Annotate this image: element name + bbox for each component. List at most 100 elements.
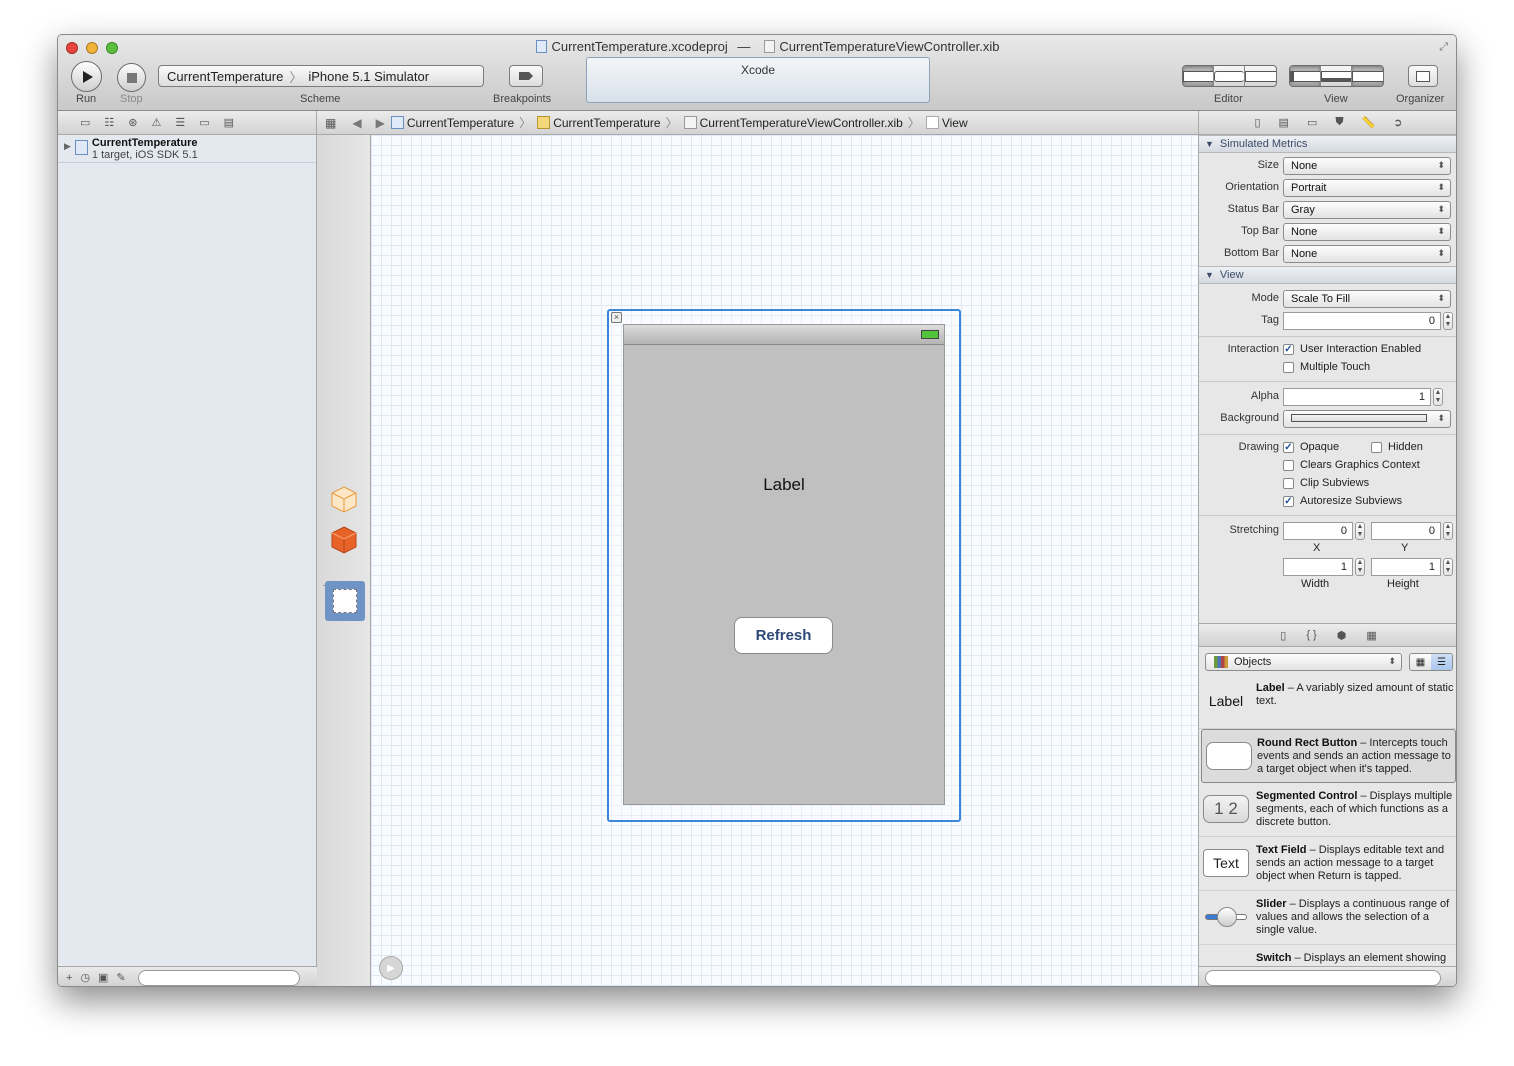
stretch-x-stepper[interactable]: ▲ ▼ [1355, 522, 1365, 540]
status-bar-popup[interactable]: Gray [1283, 201, 1451, 219]
navigator-filter-input[interactable] [137, 969, 300, 986]
editor-segmented-control[interactable] [1182, 65, 1277, 87]
autoresize-subviews-checkbox[interactable]: ✓ [1283, 496, 1294, 507]
fullscreen-icon[interactable]: ⤢ [1439, 41, 1448, 54]
jump-item-view[interactable]: View [942, 116, 968, 130]
refresh-button[interactable]: Refresh [734, 617, 833, 654]
debug-navigator-icon[interactable]: ☰ [175, 116, 185, 129]
quick-help-icon[interactable]: ▤ [1279, 116, 1289, 129]
breakpoint-navigator-icon[interactable]: ▭ [199, 116, 209, 129]
assistant-editor-button[interactable] [1214, 66, 1245, 86]
stretch-y-field[interactable]: 0 [1371, 522, 1441, 540]
standard-editor-button[interactable] [1183, 66, 1214, 86]
stretch-width-field[interactable]: 1 [1283, 558, 1353, 576]
jump-item-project[interactable]: CurrentTemperature [407, 116, 514, 130]
navigator-toggle-button[interactable] [1290, 66, 1321, 86]
library-item-segmented-control[interactable]: 1 2 Segmented Control – Displays multipl… [1199, 783, 1456, 837]
stretch-x-field[interactable]: 0 [1283, 522, 1353, 540]
bottom-bar-popup[interactable]: None [1283, 245, 1451, 263]
jump-item-group[interactable]: CurrentTemperature [553, 116, 660, 130]
symbol-navigator-icon[interactable]: ☷ [104, 116, 114, 129]
issue-navigator-icon[interactable]: ⚠ [152, 116, 162, 129]
utilities-toggle-button[interactable] [1352, 66, 1383, 86]
library-item-switch[interactable]: Switch – Displays an element showing [1199, 945, 1456, 965]
scheme-popup[interactable]: CurrentTemperature 〉 iPhone 5.1 Simulato… [158, 65, 484, 87]
stretch-y-stepper[interactable]: ▲ ▼ [1443, 522, 1453, 540]
library-search-input[interactable] [1205, 970, 1441, 986]
debug-toggle-button[interactable] [1321, 66, 1352, 86]
object-library-icon[interactable]: ⬢ [1337, 629, 1347, 642]
multiple-touch-checkbox[interactable] [1283, 362, 1294, 373]
minimize-window-button[interactable] [86, 42, 98, 54]
grid-view-icon[interactable]: ▦ [1410, 654, 1431, 670]
files-owner-icon[interactable] [330, 485, 358, 513]
stretch-height-stepper[interactable]: ▲ ▼ [1443, 558, 1453, 576]
version-editor-button[interactable] [1245, 66, 1276, 86]
identity-inspector-icon[interactable]: ▭ [1307, 116, 1317, 129]
ib-canvas[interactable]: × Label Refresh ▶ [371, 135, 1198, 986]
recent-files-icon[interactable]: ◷ [80, 971, 90, 984]
stop-button[interactable] [117, 63, 146, 92]
view-section-header[interactable]: ▼ View [1199, 266, 1456, 284]
forward-icon[interactable]: ▶ [376, 116, 385, 130]
simulated-metrics-header[interactable]: ▼ Simulated Metrics [1199, 135, 1456, 153]
connections-inspector-icon[interactable]: ➲ [1393, 116, 1402, 129]
library-item-label[interactable]: Label Label – A variably sized amount of… [1199, 675, 1456, 729]
view-segmented-control[interactable] [1289, 65, 1384, 87]
jump-item-file[interactable]: CurrentTemperatureViewController.xib [700, 116, 903, 130]
tag-field[interactable]: 0 [1283, 312, 1441, 330]
size-inspector-icon[interactable]: 📏 [1362, 116, 1376, 129]
clip-subviews-checkbox[interactable] [1283, 478, 1294, 489]
back-icon[interactable]: ◀ [352, 116, 361, 130]
status-bar [624, 325, 944, 345]
media-library-icon[interactable]: ▦ [1366, 629, 1376, 642]
ui-label[interactable]: Label [624, 475, 944, 495]
background-color-popup[interactable] [1283, 410, 1451, 428]
iphone-view[interactable]: Label Refresh [623, 324, 945, 805]
bottom-bar-label: Bottom Bar [1223, 247, 1279, 259]
stretch-width-stepper[interactable]: ▲ ▼ [1355, 558, 1365, 576]
view-object-icon[interactable] [325, 581, 365, 621]
mode-popup[interactable]: Scale To Fill [1283, 290, 1451, 308]
zoom-window-button[interactable] [106, 42, 118, 54]
search-navigator-icon[interactable]: ⊛ [128, 116, 137, 129]
first-responder-icon[interactable] [330, 525, 358, 555]
run-button[interactable] [71, 61, 102, 92]
alpha-stepper[interactable]: ▲ ▼ [1433, 388, 1443, 406]
list-view-icon[interactable]: ☰ [1431, 654, 1452, 670]
log-navigator-icon[interactable]: ▤ [224, 116, 234, 129]
clears-graphics-checkbox[interactable] [1283, 460, 1294, 471]
library-item-round-rect-button[interactable]: Round Rect Button – Intercepts touch eve… [1201, 729, 1456, 783]
hidden-checkbox[interactable] [1371, 442, 1382, 453]
tag-stepper[interactable]: ▲ ▼ [1443, 312, 1453, 330]
attributes-inspector-icon[interactable]: ⛊ [1335, 116, 1343, 129]
file-template-library-icon[interactable]: ▯ [1280, 629, 1286, 642]
library-item-slider[interactable]: Slider – Displays a continuous range of … [1199, 891, 1456, 945]
scm-filter-icon[interactable]: ▣ [98, 971, 108, 984]
jump-bar: ▦ ◀ ▶ CurrentTemperature 〉 CurrentTempera… [317, 111, 1198, 135]
stretch-height-field[interactable]: 1 [1371, 558, 1441, 576]
play-icon[interactable]: ▶ [379, 956, 403, 980]
opaque-checkbox[interactable]: ✓ [1283, 442, 1294, 453]
edited-files-icon[interactable]: ✎ [116, 971, 125, 984]
file-inspector-icon[interactable]: ▯ [1254, 116, 1260, 129]
close-window-button[interactable] [66, 42, 78, 54]
orientation-popup[interactable]: Portrait [1283, 179, 1451, 197]
organizer-label: Organizer [1396, 93, 1445, 105]
breakpoints-button[interactable] [509, 65, 543, 87]
alpha-field[interactable]: 1 [1283, 388, 1431, 406]
disclosure-triangle-icon[interactable]: ▶ [64, 141, 71, 152]
folder-icon[interactable]: ▭ [80, 116, 90, 129]
related-items-icon[interactable]: ▦ [325, 116, 336, 130]
organizer-button[interactable] [1408, 65, 1438, 87]
project-row[interactable]: ▶ CurrentTemperature 1 target, iOS SDK 5… [58, 135, 316, 163]
library-item-text-field[interactable]: Text Text Field – Displays editable text… [1199, 837, 1456, 891]
add-icon[interactable]: + [66, 972, 72, 984]
top-bar-popup[interactable]: None [1283, 223, 1451, 241]
size-popup[interactable]: None [1283, 157, 1451, 175]
library-view-toggle[interactable]: ▦ ☰ [1409, 653, 1453, 671]
code-snippet-library-icon[interactable]: { } [1306, 629, 1316, 641]
user-interaction-checkbox[interactable]: ✓ [1283, 344, 1294, 355]
close-icon[interactable]: × [611, 312, 622, 323]
objects-popup[interactable]: Objects [1205, 653, 1402, 671]
